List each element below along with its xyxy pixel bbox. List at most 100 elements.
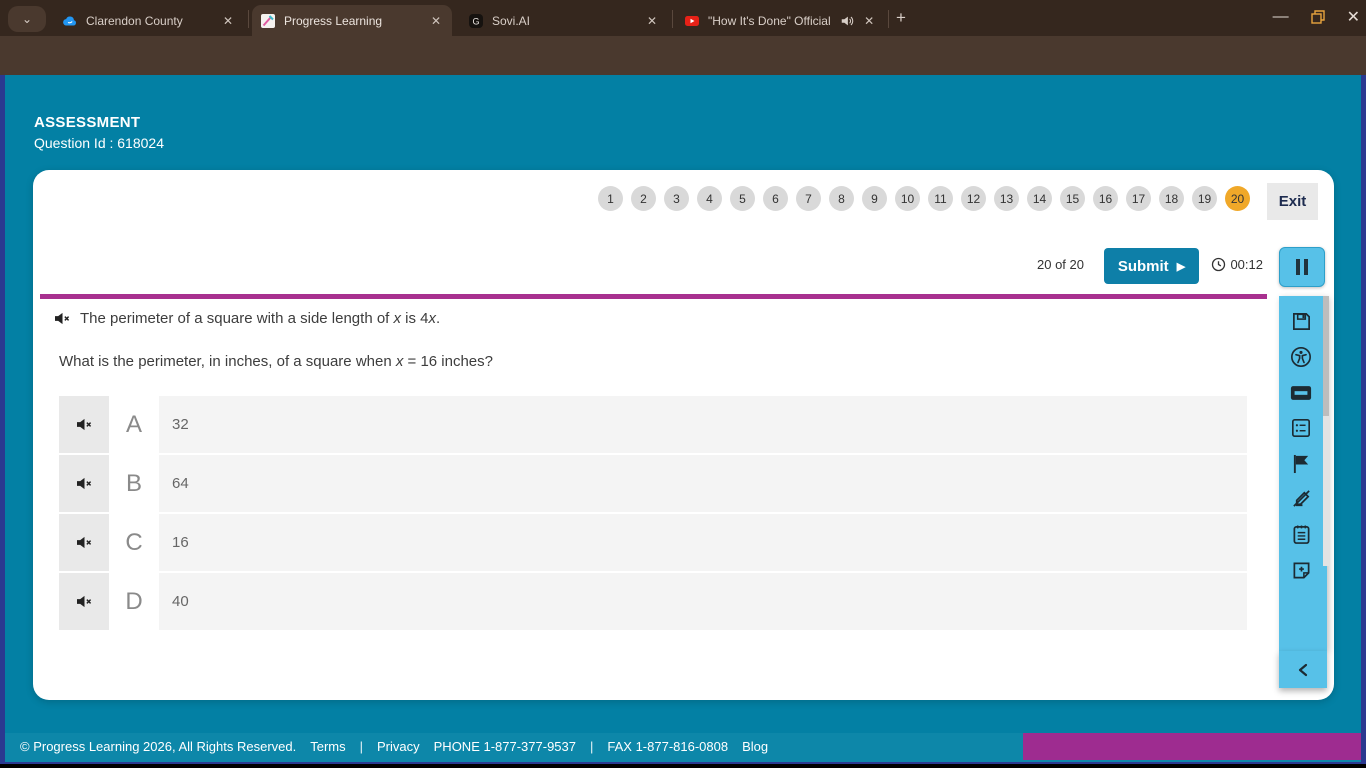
flag-icon[interactable] [1279,446,1323,481]
tools-sidebar [1279,296,1327,651]
option-text: 16 [159,514,1247,571]
window-minimize-button[interactable]: — [1273,8,1289,26]
exit-button[interactable]: Exit [1267,183,1318,220]
add-note-icon[interactable] [1279,553,1323,588]
page-content: ASSESSMENT Question Id : 618024 12345678… [0,75,1366,764]
question-number-5[interactable]: 5 [730,186,755,211]
option-letter: C [109,514,159,571]
tab-title: Progress Learning [284,14,382,28]
question-number-13[interactable]: 13 [994,186,1019,211]
option-letter: B [109,455,159,512]
browser-toolbar: ← → ↻ app.progresslearning.com/middleSch… [0,36,1366,75]
youtube-icon [684,13,700,29]
tab-close-icon[interactable]: ✕ [862,13,876,29]
question-number-19[interactable]: 19 [1192,186,1217,211]
collapse-sidebar-button[interactable] [1279,651,1327,688]
footer-magenta-block [1023,733,1361,760]
question-number-nav: 1234567891011121314151617181920 [598,186,1250,211]
tab-progress-learning[interactable]: Progress Learning ✕ [252,5,452,36]
progress-learning-icon [260,13,276,29]
option-letter: A [109,396,159,453]
worksheet-icon[interactable] [1279,410,1323,445]
question-number-16[interactable]: 16 [1093,186,1118,211]
clock-icon [1211,257,1226,272]
cloud-icon [62,13,78,29]
option-muted-speaker-icon[interactable] [59,455,109,512]
privacy-link[interactable]: Privacy [377,739,420,754]
option-muted-speaker-icon[interactable] [59,573,109,630]
question-number-17[interactable]: 17 [1126,186,1151,211]
timer: 00:12 [1211,257,1263,272]
tab-audio-icon[interactable] [840,14,854,28]
screen-bottom-strip [0,764,1366,768]
question-number-18[interactable]: 18 [1159,186,1184,211]
muted-speaker-icon[interactable] [54,311,71,326]
option-letter: D [109,573,159,630]
tab-title: Sovi.AI [492,14,530,28]
assessment-card: 1234567891011121314151617181920 Exit 20 … [33,170,1334,700]
option-muted-speaker-icon[interactable] [59,396,109,453]
question-number-14[interactable]: 14 [1027,186,1052,211]
screen: ⌄ Clarendon County ✕ Progress Learning ✕… [0,0,1366,768]
option-text: 40 [159,573,1247,630]
accessibility-icon[interactable] [1279,339,1323,374]
question-number-1[interactable]: 1 [598,186,623,211]
svg-text:G: G [472,16,479,26]
pause-icon [1296,259,1300,275]
question-number-7[interactable]: 7 [796,186,821,211]
tab-close-icon[interactable]: ✕ [220,13,236,29]
play-icon: ▶ [1177,260,1185,273]
chevron-left-icon [1297,663,1309,677]
question-number-8[interactable]: 8 [829,186,854,211]
answer-option-A[interactable]: A32 [59,396,1247,453]
tab-clarendon-county[interactable]: Clarendon County ✕ [54,5,244,36]
question-number-15[interactable]: 15 [1060,186,1085,211]
question-number-10[interactable]: 10 [895,186,920,211]
no-highlight-icon[interactable] [1279,481,1323,516]
pause-button[interactable] [1279,247,1325,287]
question-number-6[interactable]: 6 [763,186,788,211]
eliminator-icon[interactable] [1279,375,1323,410]
question-number-11[interactable]: 11 [928,186,953,211]
tab-youtube[interactable]: "How It's Done" Official Lyri ✕ [676,5,884,36]
copyright-text: © Progress Learning 2026, All Rights Res… [20,739,296,754]
sidebar-scrollbar[interactable] [1323,296,1329,566]
tab-title: "How It's Done" Official Lyri [708,14,832,28]
option-text: 64 [159,455,1247,512]
tab-sovi-ai[interactable]: G Sovi.AI ✕ [460,5,668,36]
terms-link[interactable]: Terms [310,739,345,754]
question-text: What is the perimeter, in inches, of a s… [59,353,493,370]
question-number-20[interactable]: 20 [1225,186,1250,211]
sovi-ai-icon: G [468,13,484,29]
blog-link[interactable]: Blog [742,739,768,754]
question-text: The perimeter of a square with a side le… [80,310,440,327]
new-tab-button[interactable]: + [896,8,906,28]
window-restore-button[interactable] [1311,10,1325,24]
option-text: 32 [159,396,1247,453]
browser-tab-strip: ⌄ Clarendon County ✕ Progress Learning ✕… [0,0,1366,36]
window-close-button[interactable]: ✕ [1347,7,1360,27]
option-muted-speaker-icon[interactable] [59,514,109,571]
timer-value: 00:12 [1230,257,1263,272]
save-icon[interactable] [1279,304,1323,339]
question-number-12[interactable]: 12 [961,186,986,211]
tab-close-icon[interactable]: ✕ [428,13,444,29]
tab-divider [248,10,249,28]
question-counter: 20 of 20 [1037,257,1084,272]
tab-search-button[interactable]: ⌄ [8,6,46,32]
footer: © Progress Learning 2026, All Rights Res… [5,733,1361,762]
submit-button[interactable]: Submit▶ [1104,248,1199,284]
answer-option-D[interactable]: D40 [59,573,1247,630]
question-number-4[interactable]: 4 [697,186,722,211]
question-number-3[interactable]: 3 [664,186,689,211]
tab-title: Clarendon County [86,14,183,28]
question-number-9[interactable]: 9 [862,186,887,211]
question-number-2[interactable]: 2 [631,186,656,211]
answer-option-C[interactable]: C16 [59,514,1247,571]
answer-option-B[interactable]: B64 [59,455,1247,512]
question-id-label: Question Id : 618024 [34,135,164,151]
tab-close-icon[interactable]: ✕ [644,13,660,29]
tab-divider [888,10,889,28]
notepad-icon[interactable] [1279,517,1323,552]
question-line-2: What is the perimeter, in inches, of a s… [59,353,493,370]
